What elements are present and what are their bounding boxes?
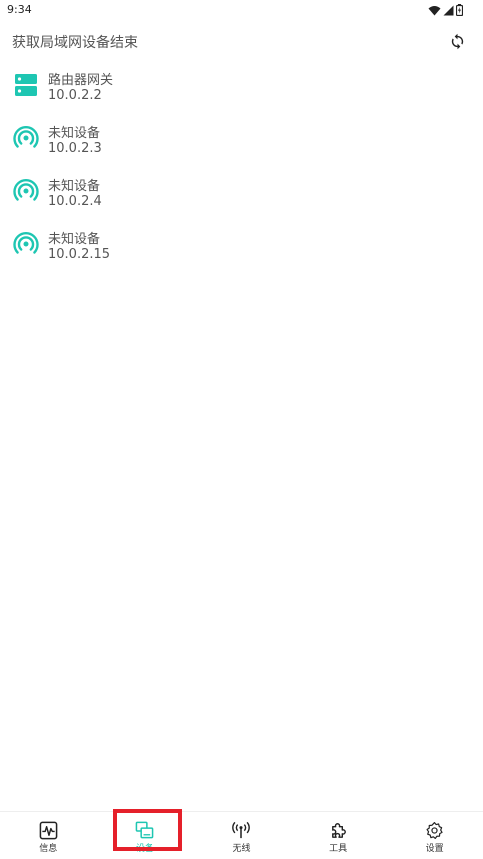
- nav-label: 设置: [425, 844, 444, 854]
- device-name: 未知设备: [48, 179, 101, 194]
- nav-label: 工具: [329, 844, 348, 854]
- status-bar: 9:34: [0, 0, 483, 20]
- device-row-router[interactable]: 路由器网关 10.0.2.2: [0, 64, 483, 117]
- screen: 9:34 获取局域网设备结束 路由器网关 10.0.2.2 未知设备 10.0.…: [0, 0, 483, 859]
- device-ip: 10.0.2.3: [48, 141, 102, 156]
- broadcast-icon: [13, 125, 39, 151]
- router-icon: [13, 72, 39, 98]
- device-list: 路由器网关 10.0.2.2 未知设备 10.0.2.3 未知设备 10.0.2…: [0, 64, 483, 276]
- nav-item-tools[interactable]: 工具: [290, 812, 387, 859]
- device-ip: 10.0.2.15: [48, 247, 111, 262]
- nav-item-settings[interactable]: 设置: [386, 812, 483, 859]
- bottom-nav: 信息 设备 无线 工具 设置: [0, 811, 483, 859]
- device-row[interactable]: 未知设备 10.0.2.3: [0, 117, 483, 170]
- nav-label: 设备: [135, 844, 154, 854]
- signal-icon: [443, 5, 454, 15]
- device-ip: 10.0.2.2: [48, 88, 102, 103]
- page-title: 获取局域网设备结束: [12, 35, 138, 51]
- nav-label: 信息: [39, 844, 58, 854]
- refresh-button[interactable]: [447, 31, 467, 51]
- device-name: 未知设备: [48, 126, 101, 141]
- device-name: 路由器网关: [48, 73, 114, 88]
- antenna-icon: [231, 820, 251, 840]
- puzzle-icon: [328, 820, 348, 840]
- status-time: 9:34: [7, 3, 32, 16]
- refresh-icon: [451, 33, 463, 49]
- activity-icon: [38, 820, 58, 840]
- gear-icon: [425, 820, 445, 840]
- device-name: 未知设备: [48, 232, 101, 247]
- devices-icon: [135, 820, 155, 840]
- nav-item-devices[interactable]: 设备: [97, 812, 194, 859]
- header: 获取局域网设备结束: [0, 26, 483, 58]
- nav-label: 无线: [232, 844, 251, 854]
- broadcast-icon: [13, 231, 39, 257]
- nav-item-wireless[interactable]: 无线: [193, 812, 290, 859]
- broadcast-icon: [13, 178, 39, 204]
- device-ip: 10.0.2.4: [48, 194, 102, 209]
- wifi-icon: [428, 5, 441, 15]
- battery-icon: [456, 4, 463, 16]
- device-row[interactable]: 未知设备 10.0.2.4: [0, 170, 483, 223]
- nav-item-info[interactable]: 信息: [0, 812, 97, 859]
- status-icons: [428, 3, 463, 17]
- device-row[interactable]: 未知设备 10.0.2.15: [0, 223, 483, 276]
